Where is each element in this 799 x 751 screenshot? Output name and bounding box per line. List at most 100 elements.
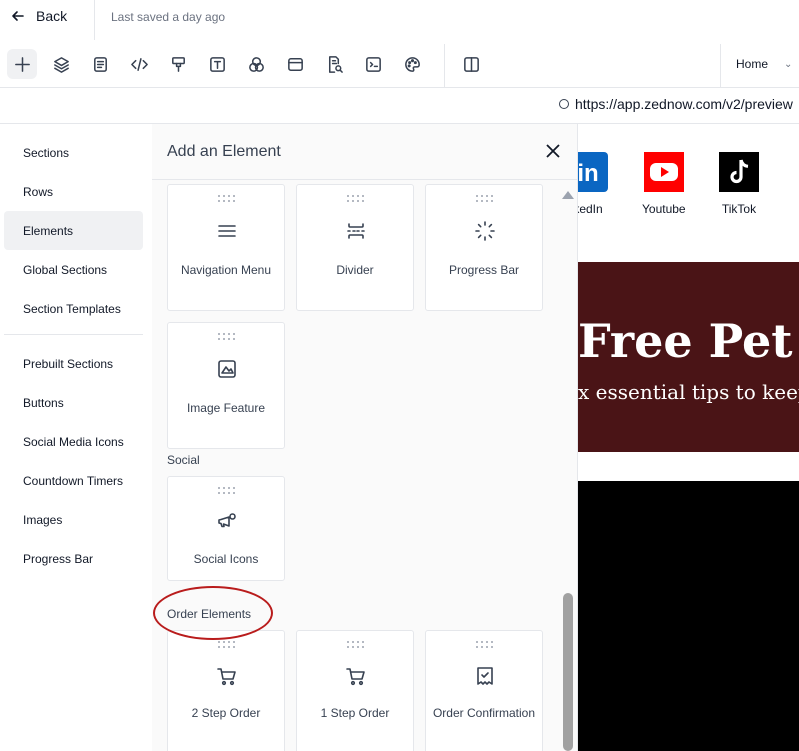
layers-button[interactable] bbox=[46, 49, 76, 79]
code-button[interactable] bbox=[124, 49, 154, 79]
social-link-youtube[interactable]: Youtube bbox=[642, 152, 686, 216]
arrow-left-icon bbox=[12, 11, 24, 21]
category-section-templates[interactable]: Section Templates bbox=[4, 289, 143, 328]
category-label: Buttons bbox=[23, 395, 64, 410]
receipt-check-icon bbox=[473, 665, 497, 689]
save-status: Last saved a day ago bbox=[111, 10, 226, 24]
text-button[interactable] bbox=[202, 49, 232, 79]
svg-text:in: in bbox=[578, 160, 599, 187]
hero-banner[interactable]: Free Pet x essential tips to keep bbox=[578, 262, 799, 452]
element-card-label: Navigation Menu bbox=[180, 263, 272, 277]
social-link-label: Youtube bbox=[642, 202, 686, 216]
terminal-icon bbox=[365, 56, 381, 72]
add-element-panel: Add an Element Navigation Menu Divider P… bbox=[152, 124, 578, 751]
linkedin-icon: in bbox=[578, 152, 608, 192]
category-progress-bar[interactable]: Progress Bar bbox=[4, 539, 143, 578]
toolbar-divider bbox=[720, 44, 721, 88]
drag-handle-icon[interactable] bbox=[217, 641, 237, 649]
category-elements[interactable]: Elements bbox=[4, 211, 143, 250]
element-card-image-feature[interactable]: Image Feature bbox=[167, 322, 285, 449]
category-social-media-icons[interactable]: Social Media Icons bbox=[4, 422, 143, 461]
element-card-1-step-order[interactable]: 1 Step Order bbox=[296, 630, 414, 751]
element-card-social-icons[interactable]: Social Icons bbox=[167, 476, 285, 581]
page-search-icon bbox=[328, 55, 343, 73]
tiktok-icon bbox=[719, 152, 759, 192]
theme-button[interactable] bbox=[397, 49, 427, 79]
category-label: Section Templates bbox=[23, 301, 121, 316]
layers-icon bbox=[53, 56, 69, 73]
paint-roller-icon bbox=[171, 56, 185, 72]
category-label: Social Media Icons bbox=[23, 434, 124, 449]
youtube-icon bbox=[643, 152, 684, 192]
editor-toolbar: Home ⌄ bbox=[0, 40, 799, 88]
cart-icon bbox=[215, 665, 239, 689]
image-icon bbox=[215, 358, 239, 382]
preview-url-text: https://app.zednow.com/v2/preview bbox=[575, 96, 793, 112]
style-button[interactable] bbox=[163, 49, 193, 79]
page-selector[interactable]: Home ⌄ bbox=[736, 57, 792, 71]
category-prebuilt-sections[interactable]: Prebuilt Sections bbox=[4, 344, 143, 383]
video-block[interactable] bbox=[578, 481, 799, 751]
section-heading-order-elements: Order Elements bbox=[167, 607, 252, 621]
section-heading-social: Social bbox=[167, 453, 200, 467]
element-card-label: 2 Step Order bbox=[191, 706, 261, 720]
element-card-label: 1 Step Order bbox=[320, 706, 390, 720]
element-card-divider[interactable]: Divider bbox=[296, 184, 414, 311]
social-link-label: TikTok bbox=[721, 202, 757, 216]
category-label: Images bbox=[23, 512, 63, 527]
drag-handle-icon[interactable] bbox=[346, 641, 366, 649]
category-countdown-timers[interactable]: Countdown Timers bbox=[4, 461, 143, 500]
category-sections[interactable]: Sections bbox=[4, 133, 143, 172]
element-card-label: Divider bbox=[336, 263, 374, 277]
megaphone-icon bbox=[215, 510, 239, 534]
globe-icon bbox=[559, 99, 569, 109]
divider-icon bbox=[344, 220, 368, 244]
back-button[interactable]: Back bbox=[10, 8, 67, 24]
scroll-up-arrow[interactable] bbox=[562, 191, 574, 199]
close-icon bbox=[546, 144, 560, 158]
back-label: Back bbox=[36, 8, 68, 24]
category-label: Rows bbox=[23, 184, 54, 199]
drag-handle-icon[interactable] bbox=[217, 195, 237, 203]
plus-icon bbox=[14, 56, 30, 72]
split-view-icon bbox=[463, 56, 479, 72]
chevron-down-icon: ⌄ bbox=[784, 58, 793, 70]
palette-icon bbox=[404, 56, 420, 72]
drag-handle-icon[interactable] bbox=[475, 641, 495, 649]
toolbar-divider bbox=[444, 44, 445, 88]
popup-button[interactable] bbox=[280, 49, 310, 79]
drag-handle-icon[interactable] bbox=[475, 195, 495, 203]
element-card-order-confirmation[interactable]: Order Confirmation bbox=[425, 630, 543, 751]
category-label: Prebuilt Sections bbox=[23, 356, 114, 371]
social-link-linkedin[interactable]: in kedIn bbox=[578, 152, 608, 216]
preview-url[interactable]: https://app.zednow.com/v2/preview bbox=[559, 96, 793, 112]
element-card-label: Image Feature bbox=[186, 401, 266, 415]
add-element-button[interactable] bbox=[7, 49, 37, 79]
category-images[interactable]: Images bbox=[4, 500, 143, 539]
preview-url-bar: https://app.zednow.com/v2/preview bbox=[0, 88, 799, 124]
drag-handle-icon[interactable] bbox=[346, 195, 366, 203]
close-button[interactable] bbox=[544, 142, 562, 160]
pages-button[interactable] bbox=[85, 49, 115, 79]
element-card-2-step-order[interactable]: 2 Step Order bbox=[167, 630, 285, 751]
category-global-sections[interactable]: Global Sections bbox=[4, 250, 143, 289]
page-selector-value: Home bbox=[736, 57, 769, 71]
element-card-progress-bar[interactable]: Progress Bar bbox=[425, 184, 543, 311]
scripts-button[interactable] bbox=[358, 49, 388, 79]
category-label: Elements bbox=[23, 223, 74, 238]
cart-icon bbox=[344, 665, 368, 689]
page-preview: in kedIn Youtube TikTok Free Pet x essen… bbox=[578, 124, 799, 751]
shapes-button[interactable] bbox=[241, 49, 271, 79]
category-rows[interactable]: Rows bbox=[4, 172, 143, 211]
scrollbar[interactable] bbox=[563, 593, 573, 751]
element-card-navigation-menu[interactable]: Navigation Menu bbox=[167, 184, 285, 311]
drag-handle-icon[interactable] bbox=[217, 487, 237, 495]
element-card-label: Order Confirmation bbox=[432, 706, 536, 720]
category-label: Sections bbox=[23, 145, 70, 160]
drag-handle-icon[interactable] bbox=[217, 333, 237, 341]
category-buttons[interactable]: Buttons bbox=[4, 383, 143, 422]
social-link-tiktok[interactable]: TikTok bbox=[719, 152, 759, 216]
split-view-button[interactable] bbox=[456, 49, 486, 79]
panel-header: Add an Element bbox=[152, 124, 577, 180]
seo-button[interactable] bbox=[319, 49, 349, 79]
